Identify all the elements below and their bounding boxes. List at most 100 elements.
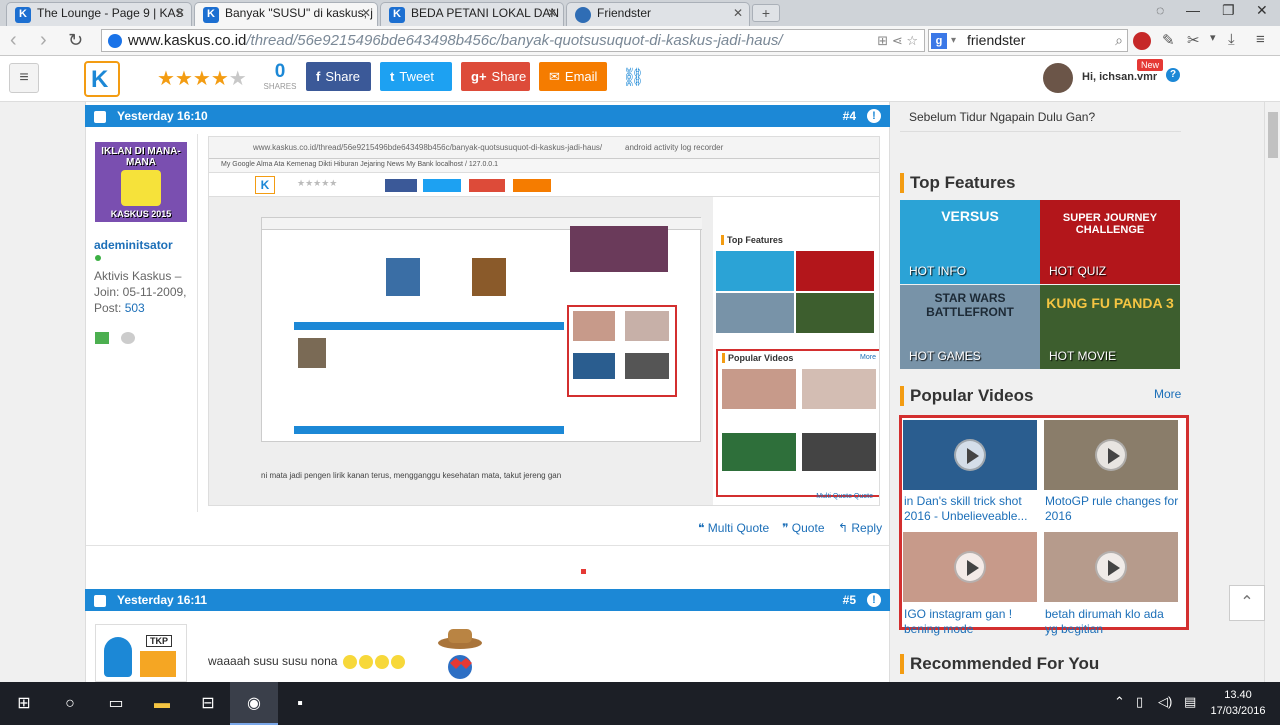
popular-videos-title: Popular Videos: [900, 386, 1033, 406]
reply-button[interactable]: ↰ Reply: [838, 521, 882, 535]
video-title[interactable]: in Dan's skill trick shot 2016 - Unbelie…: [904, 494, 1038, 524]
google-icon[interactable]: g: [931, 33, 947, 49]
feature-tile-hot-movie[interactable]: KUNG FU PANDA 3 HOT MOVIE: [1040, 285, 1180, 369]
url-domain: www.kaskus.co.id: [128, 32, 247, 49]
twitter-tweet-button[interactable]: t Tweet: [380, 62, 452, 91]
extension-menu-icon[interactable]: ▾: [1210, 31, 1216, 44]
user-info: Aktivis Kaskus – Join: 05-11-2009, Post:…: [94, 268, 189, 316]
download-icon[interactable]: ⤓: [1228, 31, 1235, 48]
back-icon[interactable]: ‹: [10, 30, 17, 50]
multi-quote-button[interactable]: ❝ Multi Quote: [698, 521, 769, 535]
feature-tile-hot-games[interactable]: STAR WARS BATTLEFRONT HOT GAMES: [900, 285, 1040, 369]
facebook-share-button[interactable]: f Share: [306, 62, 371, 91]
star-icon[interactable]: ★: [175, 68, 193, 90]
close-tab-icon[interactable]: ✕: [361, 6, 371, 20]
new-badge: New: [1137, 59, 1164, 71]
browser-tab-active[interactable]: Banyak "SUSU" di kaskus, j ✕: [194, 2, 378, 26]
thread-rating[interactable]: ★★★★★: [157, 66, 247, 91]
hamburger-menu-icon[interactable]: ≡: [9, 63, 39, 93]
share-icon[interactable]: ⋖: [892, 33, 903, 48]
extension-icon[interactable]: [1133, 32, 1151, 50]
close-tab-icon[interactable]: ✕: [547, 6, 557, 20]
search-icon[interactable]: ⌕: [1115, 30, 1123, 51]
file-explorer-icon[interactable]: ▬: [138, 682, 186, 725]
star-icon[interactable]: ★: [193, 68, 211, 90]
user-avatar-image[interactable]: IKLAN DI MANA-MANA KASKUS 2015: [95, 142, 187, 222]
google-plus-share-button[interactable]: g+ Share: [461, 62, 530, 91]
reload-icon[interactable]: ↻: [68, 30, 83, 50]
star-icon[interactable]: ★: [211, 68, 229, 90]
report-icon[interactable]: !: [867, 593, 881, 607]
username-link[interactable]: ademinitsator: [94, 238, 173, 252]
star-icon[interactable]: ★: [229, 68, 247, 90]
report-icon[interactable]: !: [867, 109, 881, 123]
browser-tab[interactable]: The Lounge - Page 9 | KAS ✕: [6, 2, 192, 26]
profile-icon[interactable]: ◌: [1156, 2, 1164, 18]
engine-dropdown-icon[interactable]: ▾: [951, 30, 956, 51]
video-title[interactable]: MotoGP rule changes for 2016: [1045, 494, 1179, 524]
feature-tile-hot-info[interactable]: VERSUS HOT INFO: [900, 200, 1040, 284]
video-thumbnail[interactable]: [1044, 532, 1178, 602]
related-thread-link[interactable]: Sebelum Tidur Ngapain Dulu Gan?: [909, 110, 1095, 124]
bookmark-star-icon[interactable]: ☆: [906, 33, 918, 48]
task-view-icon[interactable]: ▭: [92, 682, 140, 725]
chrome-taskbar-icon[interactable]: ◉: [230, 682, 278, 725]
site-info-icon[interactable]: [108, 34, 122, 48]
feature-label: HOT MOVIE: [1049, 349, 1117, 363]
video-thumbnail[interactable]: [903, 420, 1037, 490]
popular-videos-more-link[interactable]: More: [1154, 387, 1181, 401]
video-thumbnail[interactable]: [1044, 420, 1178, 490]
select-post-checkbox[interactable]: [94, 595, 106, 607]
menu-icon[interactable]: ≡: [1256, 31, 1265, 48]
evernote-icon[interactable]: ✎: [1162, 31, 1175, 49]
close-tab-icon[interactable]: ✕: [733, 6, 743, 20]
search-box[interactable]: g ▾ friendster ⌕: [928, 29, 1128, 52]
user-rank: Aktivis Kaskus –: [94, 269, 182, 283]
link-icon[interactable]: ⛓: [622, 67, 645, 88]
post-number[interactable]: #5: [843, 589, 856, 611]
kaskus-logo[interactable]: K: [84, 61, 120, 97]
tray-expand-icon[interactable]: ⌃: [1114, 694, 1125, 710]
select-post-checkbox[interactable]: [94, 111, 106, 123]
user-avatar-image[interactable]: TKP: [95, 624, 187, 682]
terminal-icon[interactable]: ▪: [276, 682, 324, 725]
quote-button[interactable]: ❞ Quote: [782, 521, 825, 535]
recommended-title: Recommended For You: [900, 654, 1099, 674]
browser-tab[interactable]: Friendster ✕: [566, 2, 750, 26]
video-thumbnail[interactable]: [903, 532, 1037, 602]
multi-quote-icon: ❝: [698, 521, 708, 535]
user-avatar[interactable]: [1043, 63, 1073, 93]
back-to-top-button[interactable]: ⌃: [1229, 585, 1265, 621]
windows-start-icon[interactable]: ⊞: [0, 682, 48, 725]
address-bar[interactable]: www.kaskus.co.id/thread/56e9215496bde643…: [101, 29, 925, 52]
browser-tab[interactable]: BEDA PETANI LOKAL DAN ✕: [380, 2, 564, 26]
store-icon[interactable]: ⊟: [184, 682, 232, 725]
email-share-button[interactable]: ✉ Email: [539, 62, 607, 91]
translate-icon[interactable]: ⊞: [877, 33, 888, 48]
scissors-icon[interactable]: ✂: [1187, 31, 1200, 49]
feature-tile-hot-quiz[interactable]: SUPER JOURNEY CHALLENGE HOT QUIZ: [1040, 200, 1180, 284]
close-tab-icon[interactable]: ✕: [175, 6, 185, 20]
post-number[interactable]: #4: [843, 105, 856, 127]
new-tab-button[interactable]: +: [752, 4, 780, 22]
ad-marker: [581, 569, 586, 574]
play-icon: [1095, 551, 1127, 583]
notifications-icon[interactable]: ▤: [1184, 694, 1196, 710]
post-image-screenshot[interactable]: www.kaskus.co.id/thread/56e9215496bde643…: [208, 136, 880, 506]
feature-label: HOT QUIZ: [1049, 264, 1107, 278]
network-icon[interactable]: ▯: [1136, 694, 1143, 710]
forward-icon[interactable]: ›: [40, 30, 47, 50]
help-icon[interactable]: ?: [1166, 68, 1180, 82]
user-greeting[interactable]: Hi, ichsan.vmr: [1082, 71, 1157, 83]
star-icon[interactable]: ★: [157, 68, 175, 90]
search-icon[interactable]: ○: [46, 682, 94, 725]
scrollbar-thumb[interactable]: [1268, 112, 1278, 158]
video-title[interactable]: IGO instagram gan ! bening mode: [904, 607, 1038, 637]
restore-icon[interactable]: ❐: [1222, 2, 1235, 19]
video-title[interactable]: betah dirumah klo ada yg begitian: [1045, 607, 1179, 637]
close-window-icon[interactable]: ✕: [1256, 2, 1268, 19]
volume-icon[interactable]: ◁): [1158, 694, 1172, 710]
system-clock[interactable]: 13.40 17/03/2016: [1208, 687, 1268, 719]
minimize-icon[interactable]: —: [1186, 2, 1200, 18]
page-scrollbar[interactable]: [1264, 102, 1280, 682]
